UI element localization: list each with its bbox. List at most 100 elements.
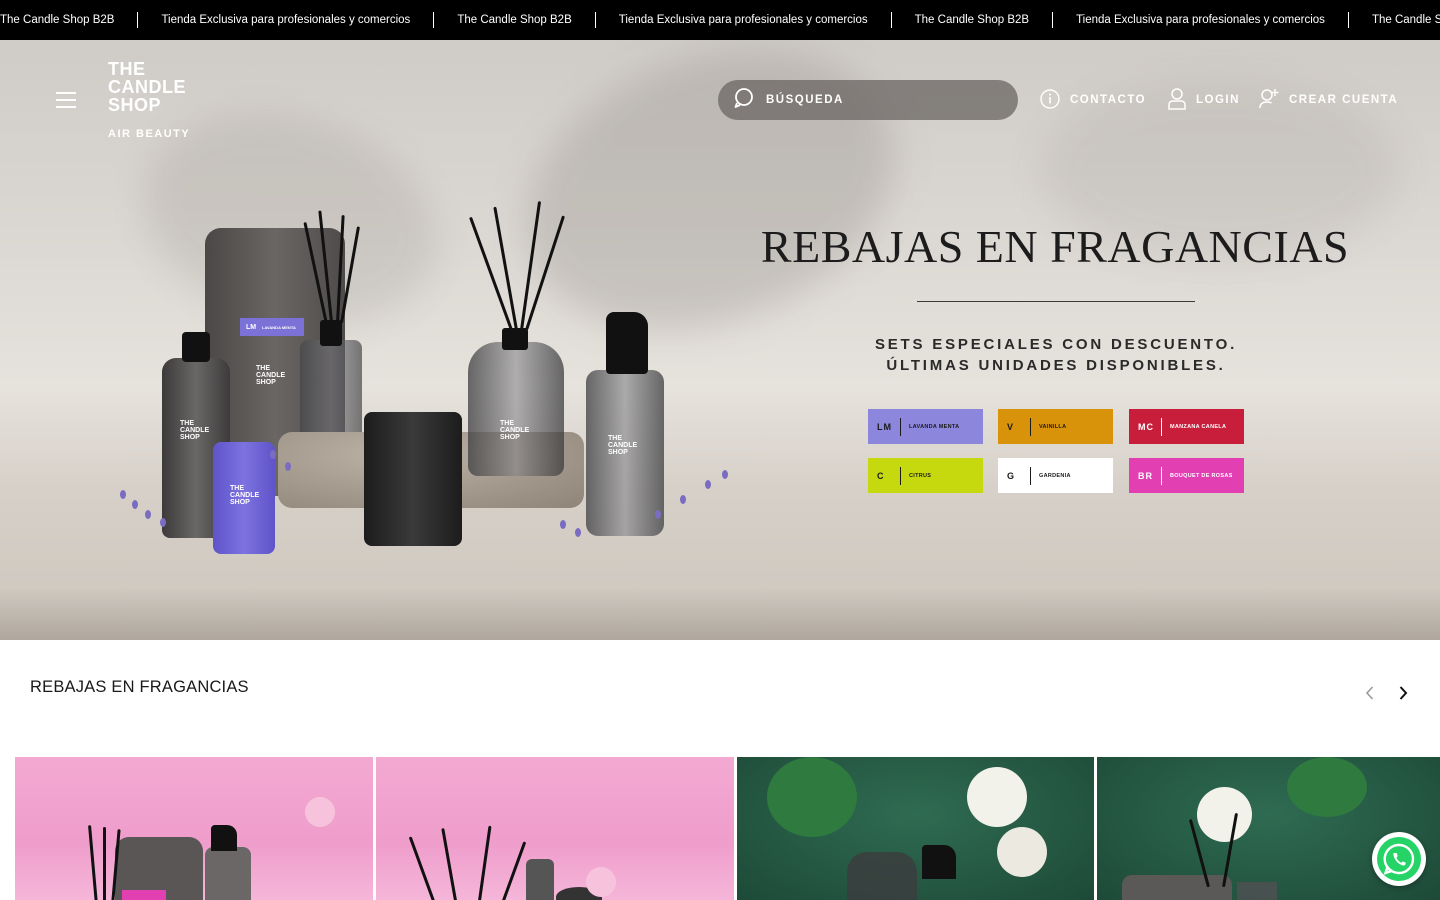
fragrance-tiles: LM LAVANDA MENTA V VAINILLA MC MANZANA CANELA…: [868, 409, 1248, 495]
product-card[interactable]: [737, 757, 1094, 900]
reed-stick: [103, 827, 106, 900]
fragrance-name: MANZANA CANELA: [1170, 423, 1227, 430]
fragrance-code: MC: [1138, 421, 1154, 432]
bottle-cap: [182, 332, 210, 362]
lavender: [145, 510, 151, 519]
fragrance-code: G: [1007, 470, 1016, 481]
lavender: [722, 470, 728, 479]
reed-stick: [408, 836, 439, 900]
login-link[interactable]: LOGIN: [1168, 87, 1240, 113]
fragrance-divider: [1161, 417, 1162, 436]
fragrance-name: LAVANDA MENTA: [909, 423, 960, 430]
fragrance-name: GARDENIA: [1039, 472, 1071, 479]
hero-title: REBAJAS EN FRAGANCIAS: [760, 221, 1350, 272]
whatsapp-chat-button[interactable]: [1372, 832, 1426, 886]
black-candle: [364, 412, 462, 546]
fragrance-tile: G GARDENIA: [998, 458, 1113, 493]
search-input[interactable]: BÚSQUEDA: [718, 80, 1018, 120]
announcement-item: Tienda Exclusiva para profesionales y co…: [618, 14, 868, 26]
reed-stick: [88, 825, 98, 900]
contact-label: CONTACTO: [1070, 94, 1147, 106]
reed-stick: [476, 825, 492, 900]
whatsapp-icon: [1377, 837, 1421, 881]
hero-subtitle: SETS ESPECIALES CON DESCUENTO. ÚLTIMAS U…: [820, 334, 1292, 376]
announcement-item: The Candle Shop B2B: [1371, 14, 1440, 26]
fragrance-code: V: [1007, 421, 1015, 432]
gardenia-flower: [997, 827, 1047, 877]
product-card[interactable]: [15, 757, 373, 900]
announcement-item: The Candle Shop B2B: [457, 14, 572, 26]
create-account-link[interactable]: CREAR CUENTA: [1259, 88, 1398, 112]
spray-trigger: [606, 312, 648, 374]
fragrance-code: LM: [877, 421, 892, 432]
fragrance-tag: LM LAVANDA MENTA: [240, 318, 304, 336]
product-image: [847, 852, 917, 900]
fragrance-name: BOUQUET DE ROSAS: [1170, 472, 1233, 479]
section-title: REBAJAS EN FRAGANCIAS: [30, 678, 249, 696]
fragrance-name: CITRUS: [909, 472, 932, 479]
logo-subtitle: AIR BEAUTY: [108, 128, 191, 140]
fragrance-divider: [1030, 466, 1031, 485]
fragrance-tile: MC MANZANA CANELA: [1129, 409, 1244, 444]
leaves: [767, 757, 857, 837]
announcement-bar: The Candle Shop B2B Tienda Exclusiva par…: [0, 0, 1440, 40]
site-logo[interactable]: THE CANDLE SHOP AIR BEAUTY: [108, 60, 198, 140]
login-label: LOGIN: [1196, 94, 1240, 106]
fragrance-tile: BR BOUQUET DE ROSAS: [1129, 458, 1244, 493]
lavender: [120, 490, 126, 499]
search-placeholder: BÚSQUEDA: [766, 94, 844, 106]
create-account-label: CREAR CUENTA: [1289, 94, 1399, 106]
lavender: [285, 462, 291, 471]
lavender: [575, 528, 581, 537]
spray-trigger: [922, 845, 956, 879]
fragrance-tag: [122, 890, 166, 900]
hero-subtitle-line: ÚLTIMAS UNIDADES DISPONIBLES.: [886, 357, 1226, 374]
gardenia-flower: [1197, 787, 1252, 842]
reed-stick: [441, 828, 459, 900]
lavender: [132, 500, 138, 509]
spray-trigger: [211, 825, 237, 851]
hamburger-menu-icon[interactable]: [56, 92, 76, 108]
fragrance-name: VAINILLA: [1039, 423, 1067, 430]
hero-banner[interactable]: LM LAVANDA MENTA THE CANDLE SHOP THE CAN…: [0, 40, 1440, 640]
search-icon: [734, 87, 754, 113]
lavender: [160, 518, 166, 527]
contact-link[interactable]: CONTACTO: [1040, 88, 1146, 112]
logo-wordmark: THE CANDLE SHOP: [108, 59, 186, 115]
chevron-left-icon: [1365, 686, 1374, 700]
info-icon: [1040, 88, 1060, 112]
fragrance-code: BR: [1138, 470, 1153, 481]
diffuser-bottle: [468, 342, 564, 476]
bottle-cap: [502, 328, 528, 350]
add-user-icon: [1259, 88, 1279, 113]
product-image: [1237, 882, 1277, 900]
user-icon: [1168, 87, 1186, 113]
hero-divider: [917, 301, 1195, 302]
flower: [305, 797, 335, 827]
announcement-track: The Candle Shop B2B Tienda Exclusiva par…: [0, 0, 1440, 40]
fragrance-code: C: [877, 470, 885, 481]
announcement-item: The Candle Shop B2B: [914, 14, 1030, 26]
carousel-prev-button[interactable]: [1360, 683, 1380, 703]
announcement-item: The Candle Shop B2B: [0, 14, 115, 26]
table-shadow: [0, 588, 1440, 640]
fragrance-tile: V VAINILLA: [998, 409, 1113, 444]
fragrance-divider: [900, 417, 901, 436]
carousel-next-button[interactable]: [1393, 683, 1413, 703]
fragrance-divider: [1030, 417, 1031, 436]
bottle-cap: [320, 320, 342, 346]
chevron-right-icon: [1399, 686, 1408, 700]
lavender: [270, 450, 276, 459]
product-image: [205, 847, 251, 900]
product-card[interactable]: [376, 757, 734, 900]
announcement-item: Tienda Exclusiva para profesionales y co…: [1076, 14, 1325, 26]
reed-stick: [496, 841, 527, 900]
flower: [586, 867, 616, 897]
lavender: [655, 510, 661, 519]
product-image: [1122, 875, 1232, 900]
leaves: [1287, 757, 1367, 817]
lavender: [680, 495, 686, 504]
fragrance-tile: C CITRUS: [868, 458, 983, 493]
product-image: [526, 859, 554, 900]
fragrance-tile: LM LAVANDA MENTA: [868, 409, 983, 444]
